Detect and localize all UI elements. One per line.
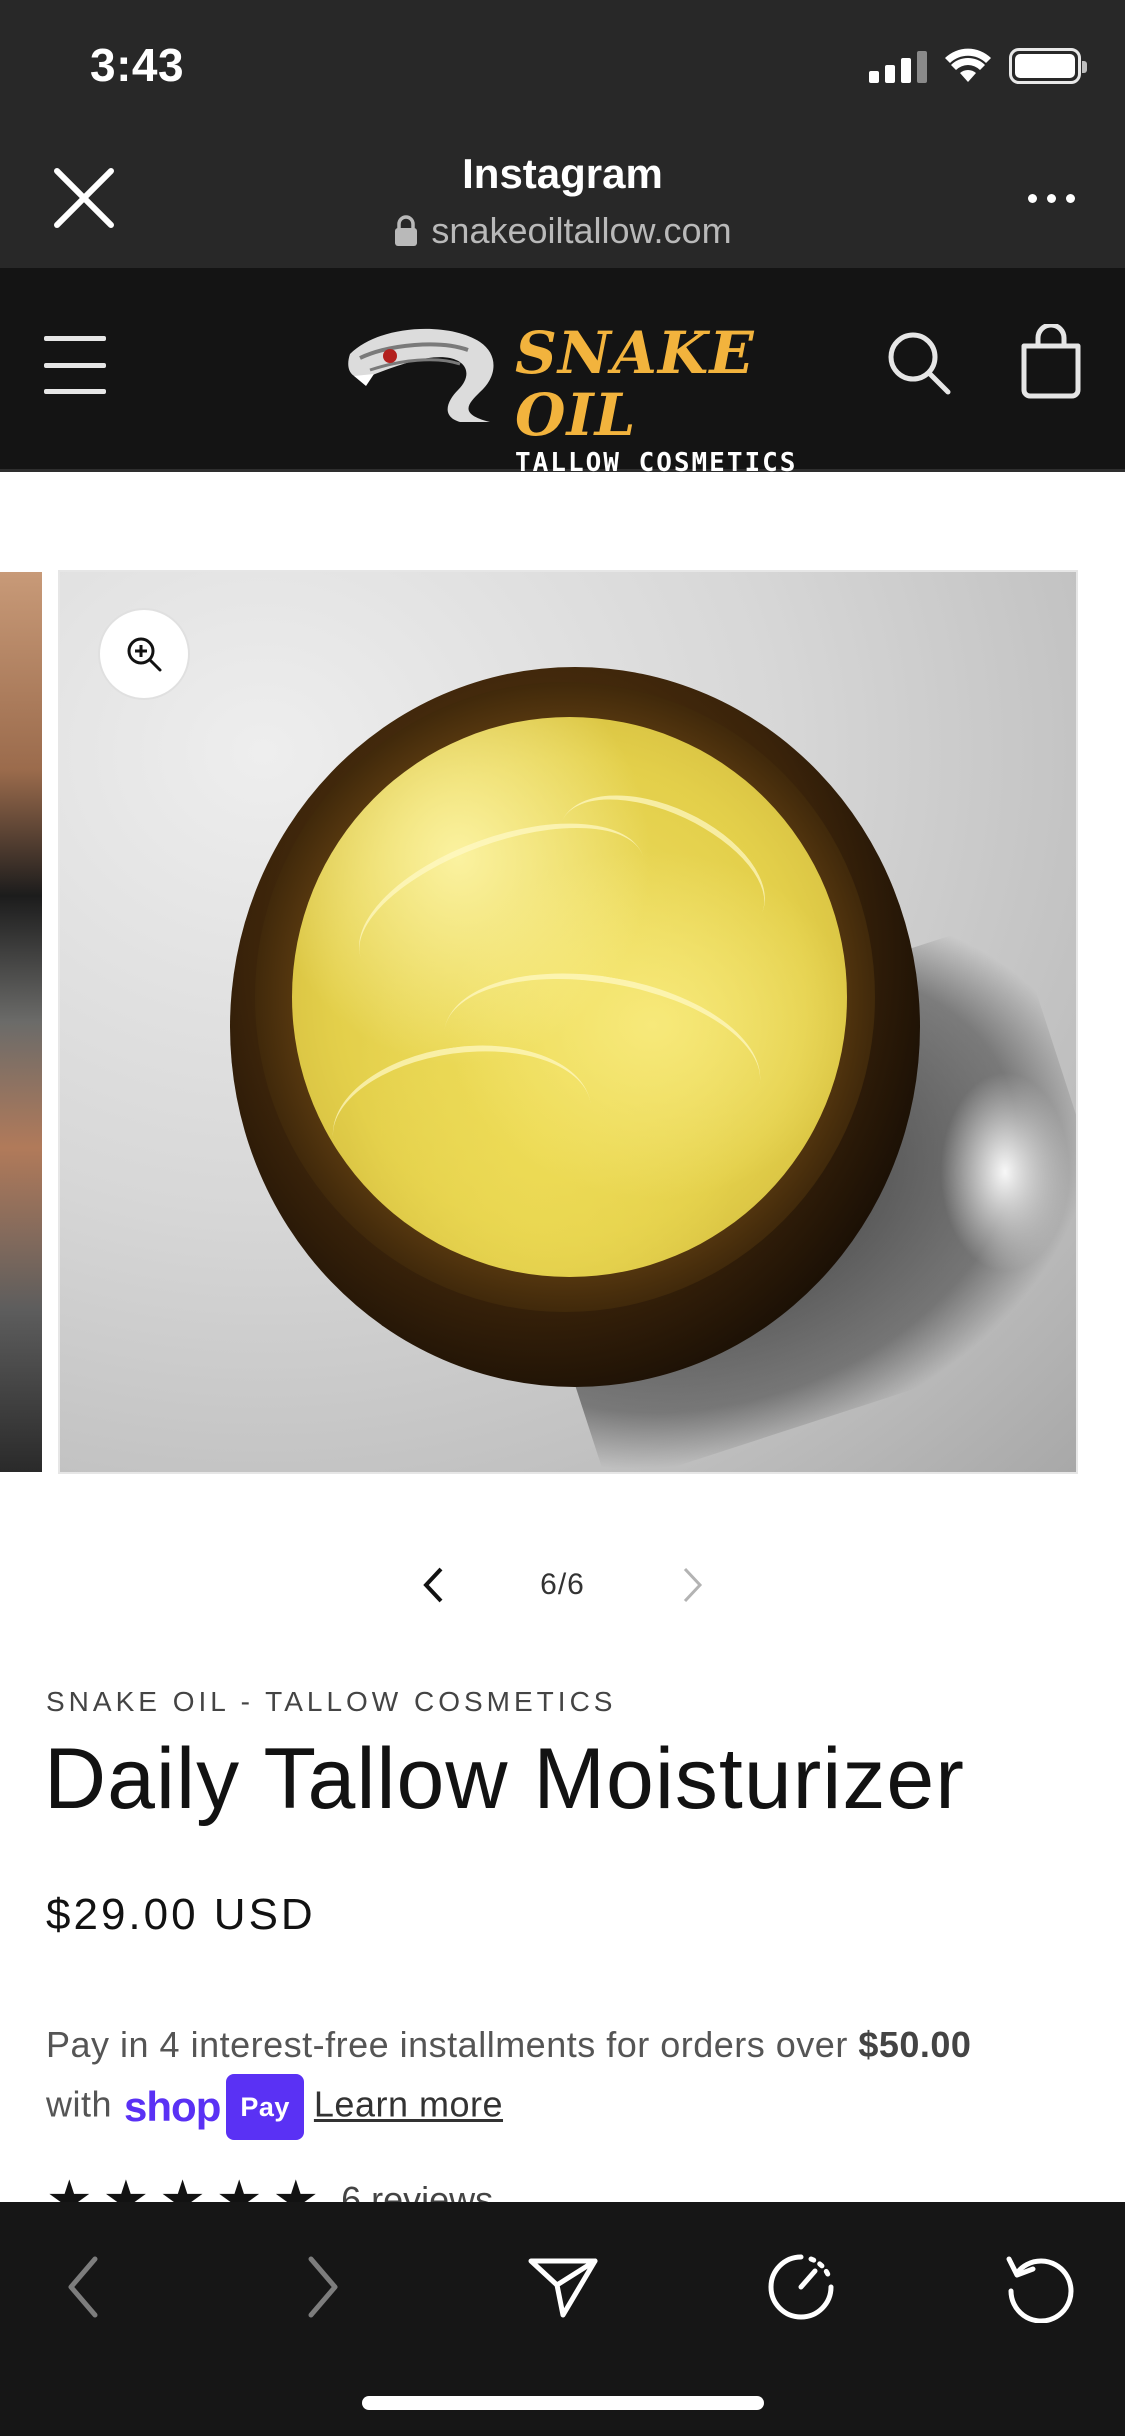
store-header: SNAKE OIL TALLOW COSMETICS: [0, 268, 1125, 478]
learn-more-link[interactable]: Learn more: [314, 2084, 503, 2125]
installments-amount: $50.00: [858, 2024, 972, 2065]
send-icon: [528, 2258, 598, 2318]
cellular-signal-icon: [869, 49, 927, 83]
search-icon: [888, 332, 951, 395]
home-indicator[interactable]: [362, 2396, 764, 2410]
previous-slide-image[interactable]: [0, 572, 42, 1472]
product-vendor: SNAKE OIL - TALLOW COSMETICS: [46, 1686, 617, 1717]
forward-button[interactable]: [278, 2242, 368, 2332]
battery-icon: [1009, 48, 1087, 84]
chevron-left-icon: [68, 2256, 98, 2318]
more-icon: [1027, 193, 1037, 203]
shop-pay-logo: shop Pay: [124, 2074, 304, 2140]
hamburger-menu-icon[interactable]: [44, 336, 106, 394]
search-button[interactable]: [884, 328, 954, 398]
installments-text: Pay in 4 interest-free installments for …: [46, 2024, 859, 2065]
reload-button[interactable]: [994, 2242, 1084, 2332]
logo-subtitle: TALLOW COSMETICS: [515, 448, 798, 478]
browser-top-bar: 3:43 Instagram snakeoiltallow.com: [0, 0, 1125, 268]
slider-controls: 6/6: [0, 1550, 1125, 1620]
slider-counter: 6/6: [540, 1568, 585, 1601]
share-button[interactable]: [518, 2242, 608, 2332]
back-button[interactable]: [38, 2242, 128, 2332]
status-time: 3:43: [90, 39, 185, 91]
chevron-right-icon: [683, 1567, 703, 1603]
logo-wordmark: SNAKE OIL TALLOW COSMETICS: [515, 322, 800, 478]
installments-with: with: [46, 2083, 113, 2125]
browser-url-text: snakeoiltallow.com: [431, 210, 732, 251]
slider-previous-button[interactable]: [400, 1552, 466, 1618]
more-options-button[interactable]: [1011, 170, 1091, 226]
product-image[interactable]: [58, 570, 1078, 1474]
light-reflection: [940, 1072, 1070, 1272]
product-title: Daily Tallow Moisturizer: [44, 1731, 965, 1827]
wifi-icon: [945, 48, 991, 82]
chevron-right-icon: [308, 2256, 338, 2318]
cart-icon: [1021, 322, 1081, 399]
browser-title: Instagram: [462, 150, 663, 197]
lock-icon: [395, 215, 418, 246]
product-media-gallery[interactable]: [0, 570, 1125, 1474]
cart-button[interactable]: [1016, 322, 1086, 400]
logo-title: SNAKE OIL: [515, 319, 755, 449]
shop-pay-wordmark: shop: [124, 2083, 221, 2130]
status-icons: [869, 48, 1087, 84]
zoom-in-icon: [127, 637, 162, 672]
speed-button[interactable]: [756, 2242, 846, 2332]
chevron-left-icon: [423, 1567, 443, 1603]
slider-next-button[interactable]: [660, 1552, 726, 1618]
shop-pay-installments: Pay in 4 interest-free installments for …: [46, 2016, 1086, 2140]
reload-icon: [1006, 2256, 1074, 2323]
tallow-cream: [292, 717, 847, 1277]
browser-url[interactable]: snakeoiltallow.com: [0, 210, 1125, 252]
store-logo[interactable]: SNAKE OIL TALLOW COSMETICS: [340, 314, 800, 478]
product-price: $29.00 USD: [46, 1890, 316, 1939]
snake-logo-icon: [348, 328, 494, 422]
gauge-icon: [768, 2254, 834, 2320]
zoom-button[interactable]: [98, 608, 190, 700]
shop-pay-badge: Pay: [226, 2074, 304, 2140]
